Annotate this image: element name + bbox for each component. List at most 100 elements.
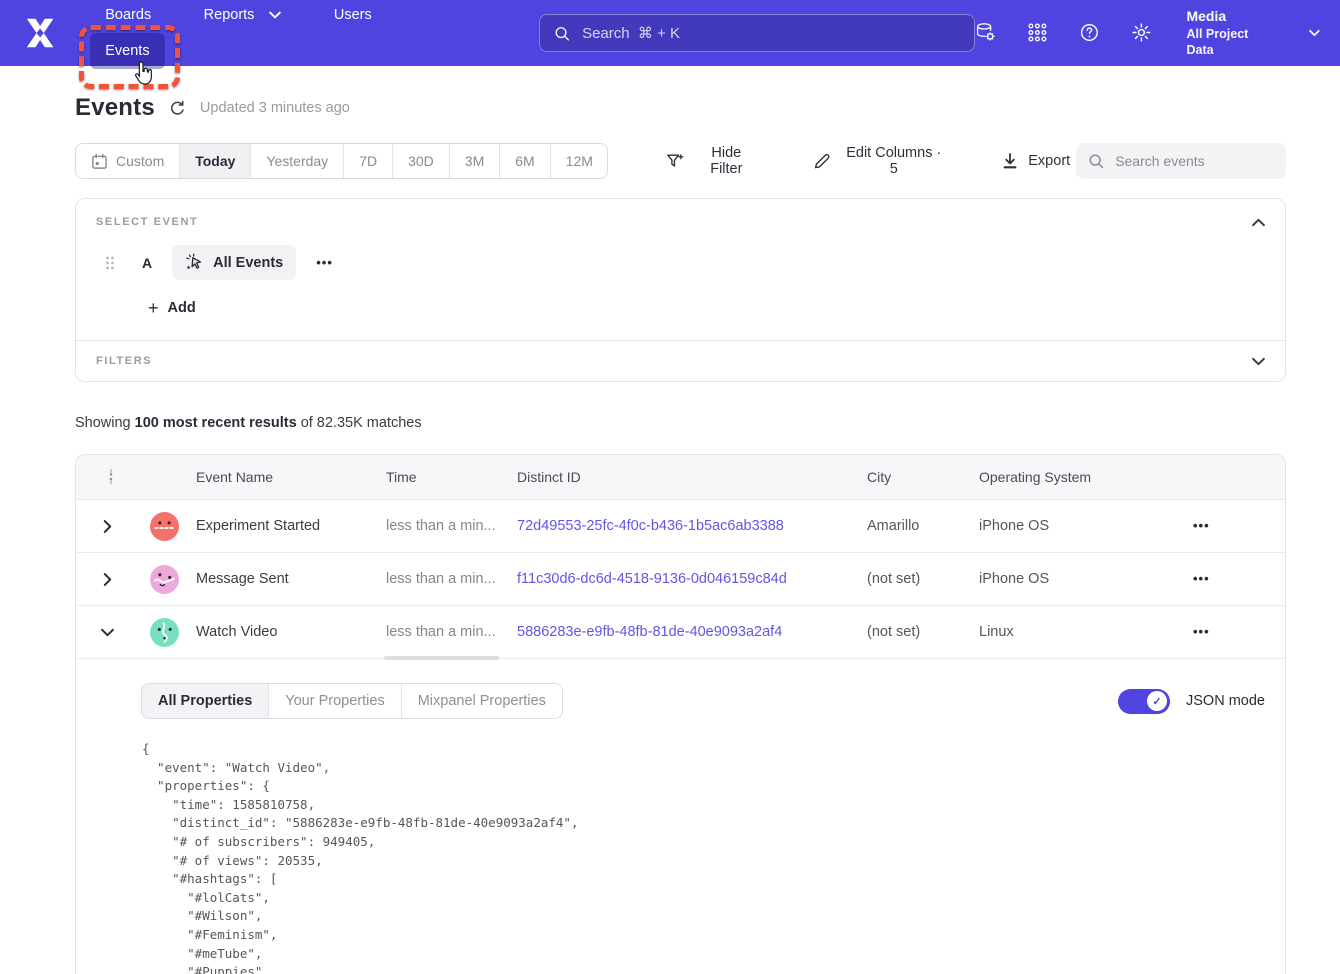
hide-filter-button[interactable]: Hide Filter (660, 144, 765, 178)
main-nav: Boards Reports Users Events (90, 0, 505, 69)
horizontal-scrollbar[interactable] (384, 656, 499, 660)
edit-columns-label: Edit Columns · 5 (840, 145, 947, 177)
col-header-time[interactable]: Time (386, 469, 517, 485)
funnel-plus-icon (666, 152, 684, 170)
data-management-icon[interactable] (975, 21, 996, 44)
event-detail-panel: All Properties Your Properties Mixpanel … (76, 659, 1285, 974)
chevron-right-icon[interactable] (103, 573, 112, 586)
add-event-button[interactable]: + Add (148, 300, 196, 316)
mixpanel-logo-icon[interactable] (24, 16, 56, 50)
nav-item-reports[interactable]: Reports (189, 0, 297, 33)
project-name: Media (1186, 7, 1270, 26)
select-event-section: SELECT EVENT A All Events ••• (76, 199, 1285, 340)
distinct-id-link[interactable]: 72d49553-25fc-4f0c-b436-1b5ac6ab3388 (517, 518, 867, 534)
export-button[interactable]: Export (995, 151, 1076, 171)
date-6m-button[interactable]: 6M (499, 144, 549, 178)
help-icon[interactable] (1079, 21, 1100, 44)
json-mode-toggle[interactable]: ✓ (1118, 689, 1170, 714)
event-time: less than a min... (386, 518, 517, 534)
event-city: Amarillo (867, 518, 979, 534)
summary-prefix: Showing (75, 415, 131, 431)
global-search-input[interactable] (580, 24, 960, 43)
events-search-input[interactable] (1113, 152, 1274, 170)
drag-handle-icon[interactable] (104, 255, 116, 271)
col-header-city[interactable]: City (867, 469, 979, 485)
project-selector[interactable]: Media All Project Data (1186, 7, 1270, 60)
date-7d-button[interactable]: 7D (343, 144, 392, 178)
filters-label: FILTERS (96, 355, 152, 367)
event-os: Linux (979, 624, 1185, 640)
search-icon (554, 25, 570, 42)
refresh-icon[interactable] (169, 100, 186, 117)
export-label: Export (1028, 153, 1070, 169)
main-content: Events Updated 3 minutes ago Custom Toda… (0, 94, 1340, 974)
event-selector-chip[interactable]: All Events (172, 245, 296, 280)
expand-chevron-down-icon[interactable] (1252, 357, 1265, 366)
date-yesterday-button[interactable]: Yesterday (250, 144, 343, 178)
navbar-right: Media All Project Data (975, 7, 1320, 60)
event-name: Message Sent (196, 571, 386, 587)
tab-mixpanel-properties[interactable]: Mixpanel Properties (401, 684, 562, 718)
date-range-control: Custom Today Yesterday 7D 30D 3M 6M 12M (75, 143, 608, 179)
table-row-expanded[interactable]: Watch Video less than a min... 5886283e-… (76, 606, 1285, 659)
plus-icon: + (148, 301, 159, 315)
row-more-button[interactable]: ••• (1193, 571, 1210, 586)
event-avatar (150, 512, 179, 541)
col-header-os[interactable]: Operating System (979, 469, 1185, 485)
search-icon (1088, 153, 1104, 169)
event-time: less than a min... (386, 624, 517, 640)
col-header-event-name[interactable]: Event Name (196, 469, 386, 485)
collapse-chevron-up-icon[interactable] (1252, 218, 1265, 227)
settings-gear-icon[interactable] (1131, 21, 1152, 44)
table-toolbar: Hide Filter Edit Columns · 5 Export (660, 144, 1076, 178)
page-title: Events (75, 94, 155, 122)
distinct-id-link[interactable]: f11c30d6-dc6d-4518-9136-0d046159c84d (517, 571, 867, 587)
table-row[interactable]: Experiment Started less than a min... 72… (76, 500, 1285, 553)
table-row[interactable]: Message Sent less than a min... f11c30d6… (76, 553, 1285, 606)
event-more-button[interactable]: ••• (316, 255, 333, 270)
tab-all-properties[interactable]: All Properties (142, 684, 268, 718)
chevron-down-icon (1309, 29, 1320, 37)
event-city: (not set) (867, 571, 979, 587)
filters-section[interactable]: FILTERS (76, 341, 1285, 381)
properties-tabs: All Properties Your Properties Mixpanel … (141, 683, 563, 719)
nav-item-boards[interactable]: Boards (90, 0, 166, 33)
date-custom-label: Custom (116, 153, 164, 169)
date-custom-button[interactable]: Custom (76, 144, 179, 178)
calendar-icon (91, 153, 108, 170)
chevron-right-icon[interactable] (103, 520, 112, 533)
edit-columns-button[interactable]: Edit Columns · 5 (807, 144, 953, 178)
json-mode-label: JSON mode (1186, 693, 1265, 709)
event-city: (not set) (867, 624, 979, 640)
chevron-down-icon[interactable] (101, 628, 114, 637)
event-json-view: { "event": "Watch Video", "properties": … (142, 740, 1265, 974)
col-header-distinct-id[interactable]: Distinct ID (517, 469, 867, 485)
event-name: Experiment Started (196, 518, 386, 534)
row-more-button[interactable]: ••• (1193, 624, 1210, 639)
date-today-button[interactable]: Today (179, 144, 250, 178)
row-more-button[interactable]: ••• (1193, 518, 1210, 533)
date-12m-button[interactable]: 12M (550, 144, 608, 178)
nav-item-reports-label: Reports (204, 7, 255, 23)
nav-item-users[interactable]: Users (319, 0, 387, 33)
summary-suffix: of 82.35K matches (301, 415, 422, 431)
nav-item-events[interactable]: Events (90, 33, 164, 69)
event-cursor-sparkle-icon (185, 253, 204, 272)
toggle-knob: ✓ (1147, 691, 1167, 711)
tab-your-properties[interactable]: Your Properties (268, 684, 400, 718)
event-chip-label: All Events (213, 255, 283, 271)
collapse-expand-all-icon[interactable]: ↓ ↑ (98, 468, 124, 486)
event-avatar (150, 565, 179, 594)
apps-grid-icon[interactable] (1027, 21, 1048, 44)
distinct-id-link[interactable]: 5886283e-e9fb-48fb-81de-40e9093a2af4 (517, 624, 867, 640)
events-search[interactable] (1076, 143, 1286, 179)
date-3m-button[interactable]: 3M (449, 144, 499, 178)
add-event-label: Add (168, 300, 196, 316)
download-icon (1001, 152, 1019, 170)
summary-count: 100 most recent results (135, 415, 297, 431)
arrow-up-icon: ↑ (108, 477, 114, 486)
table-header-row: ↓ ↑ Event Name Time Distinct ID City Ope… (76, 455, 1285, 500)
date-30d-button[interactable]: 30D (392, 144, 449, 178)
check-icon: ✓ (1152, 695, 1161, 708)
global-search[interactable] (539, 14, 975, 52)
